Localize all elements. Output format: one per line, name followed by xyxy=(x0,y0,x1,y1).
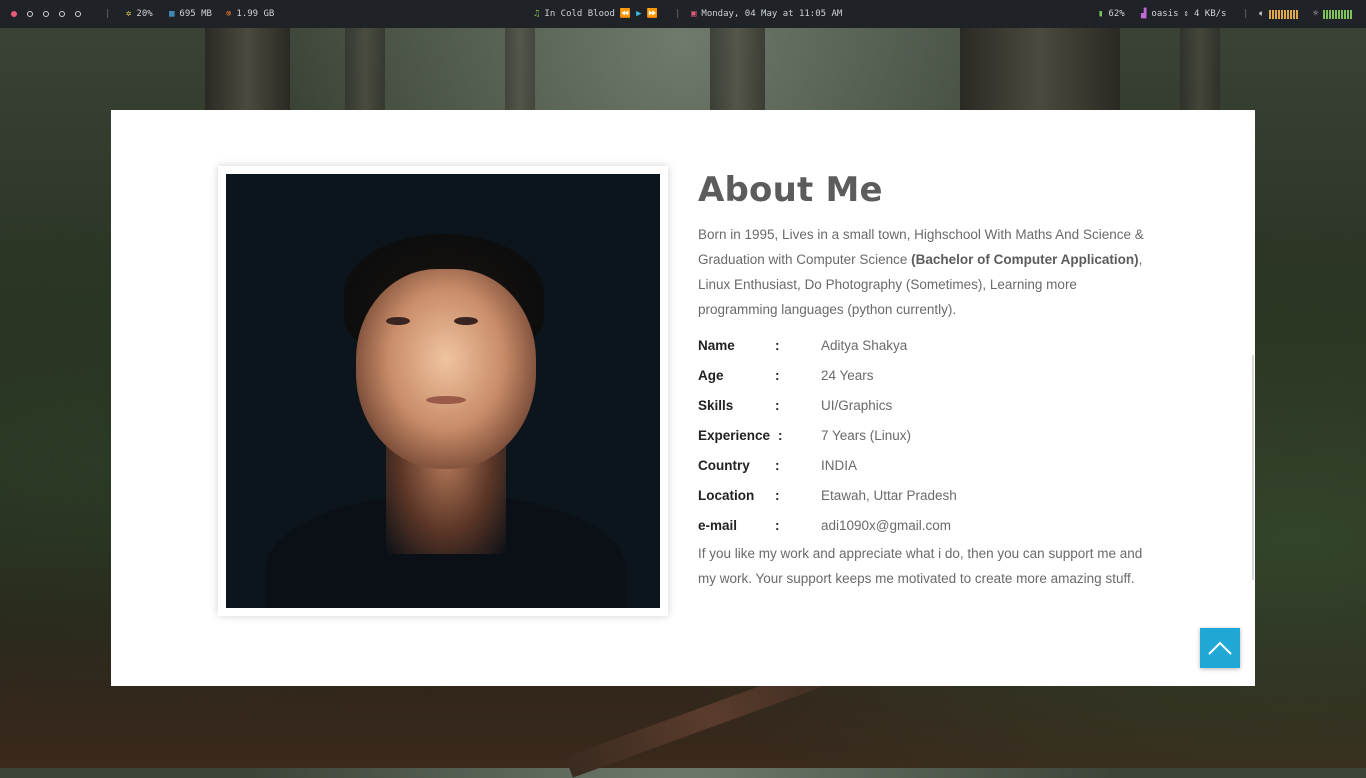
network-name: oasis xyxy=(1151,9,1179,19)
detail-label: Country xyxy=(698,458,750,473)
volume-level-bars[interactable] xyxy=(1269,9,1299,19)
separator: | xyxy=(105,9,111,19)
detail-value: 24 Years xyxy=(821,368,874,383)
separator: | xyxy=(675,9,681,19)
memory-status: ▦ 695 MB xyxy=(169,9,212,19)
up-down-arrows-icon: ⇕ xyxy=(1183,8,1189,19)
speaker-muted-icon[interactable]: 🔈︎ xyxy=(1259,9,1264,19)
detail-row-email: e-mail : adi1090x@gmail.com xyxy=(698,512,1148,542)
previous-track-icon[interactable]: ⏪ xyxy=(620,9,631,19)
workspace-dot-3[interactable] xyxy=(43,11,49,17)
detail-label: e-mail xyxy=(698,518,738,533)
workspace-dot-2[interactable] xyxy=(27,11,33,17)
detail-colon: : xyxy=(775,488,780,503)
separator: | xyxy=(1243,9,1249,19)
scrollbar[interactable] xyxy=(1252,355,1254,580)
about-section: About Me Born in 1995, Lives in a small … xyxy=(698,170,1148,591)
battery-level: 62% xyxy=(1108,9,1125,19)
background-tree-trunk xyxy=(205,28,290,110)
brightness-control[interactable]: ☼ xyxy=(1313,9,1353,19)
cpu-icon: ✲ xyxy=(126,8,132,19)
background-tree-trunk xyxy=(960,28,1120,110)
brightness-level-bars[interactable] xyxy=(1323,9,1353,19)
disk-usage: 1.99 GB xyxy=(236,9,275,19)
detail-label: Experience xyxy=(698,428,771,443)
workspace-dot-5[interactable] xyxy=(75,11,81,17)
detail-label: Name xyxy=(698,338,735,353)
detail-value: 7 Years (Linux) xyxy=(821,428,912,443)
disk-icon: ⊗ xyxy=(226,8,232,19)
volume-control[interactable]: 🔈︎ xyxy=(1259,9,1299,19)
disk-status: ⊗ 1.99 GB xyxy=(226,9,274,19)
detail-colon: : xyxy=(778,428,783,443)
detail-colon: : xyxy=(775,518,780,533)
background-tree-trunk xyxy=(505,28,535,110)
profile-photo-frame xyxy=(218,166,668,616)
background-tree-trunk xyxy=(345,28,385,110)
detail-row-skills: Skills : UI/Graphics xyxy=(698,392,1148,422)
detail-value: INDIA xyxy=(821,458,858,473)
detail-colon: : xyxy=(775,338,780,353)
support-paragraph: If you like my work and appreciate what … xyxy=(698,546,1143,586)
workspace-indicators xyxy=(11,11,81,17)
detail-row-age: Age : 24 Years xyxy=(698,362,1148,392)
background-tree-trunk xyxy=(1180,28,1220,110)
detail-value: UI/Graphics xyxy=(821,398,893,413)
background-tree-trunk xyxy=(710,28,765,110)
profile-photo xyxy=(226,174,660,608)
detail-row-name: Name : Aditya Shakya xyxy=(698,332,1148,362)
detail-label: Skills xyxy=(698,398,734,413)
memory-usage: 695 MB xyxy=(179,9,212,19)
brightness-icon[interactable]: ☼ xyxy=(1313,9,1318,19)
music-note-icon: ♫ xyxy=(534,8,540,19)
details-list: Name : Aditya Shakya Age : 24 Years Skil… xyxy=(698,332,1148,542)
music-player: ♫ In Cold Blood ⏪ ▶ ⏩ xyxy=(534,9,658,19)
detail-label: Age xyxy=(698,368,724,383)
calendar-icon: ▣ xyxy=(691,8,697,19)
cpu-usage: 20% xyxy=(136,9,153,19)
workspace-dot-4[interactable] xyxy=(59,11,65,17)
section-title: About Me xyxy=(698,170,883,210)
scroll-to-top-button[interactable] xyxy=(1200,628,1240,668)
detail-value: Aditya Shakya xyxy=(821,338,908,353)
battery-status: ▮ 62% xyxy=(1098,9,1125,19)
detail-row-country: Country : INDIA xyxy=(698,452,1148,482)
detail-colon: : xyxy=(775,368,780,383)
song-title: In Cold Blood xyxy=(544,9,615,19)
status-bar: | ✲ 20% ▦ 695 MB ⊗ 1.99 GB ♫ In Cold Blo… xyxy=(0,0,1366,28)
detail-label: Location xyxy=(698,488,755,503)
detail-row-experience: Experience : 7 Years (Linux) xyxy=(698,422,1148,452)
workspace-dot-1[interactable] xyxy=(11,11,17,17)
cpu-status: ✲ 20% xyxy=(126,9,153,19)
detail-value: Etawah, Uttar Pradesh xyxy=(821,488,957,503)
detail-colon: : xyxy=(775,398,780,413)
detail-colon: : xyxy=(775,458,780,473)
bio-highlight: (Bachelor of Computer Application) xyxy=(911,252,1139,267)
chevron-up-icon xyxy=(1208,641,1232,655)
bio-paragraph: Born in 1995, Lives in a small town, Hig… xyxy=(698,222,1148,322)
next-track-icon[interactable]: ⏩ xyxy=(647,9,658,19)
network-speed: 4 KB/s xyxy=(1193,9,1227,19)
wifi-signal-icon: ▟ xyxy=(1141,8,1147,19)
memory-icon: ▦ xyxy=(169,8,175,19)
detail-row-location: Location : Etawah, Uttar Pradesh xyxy=(698,482,1148,512)
play-icon[interactable]: ▶ xyxy=(636,9,641,19)
date-time: Monday, 04 May at 11:05 AM xyxy=(701,9,843,19)
network-status: ▟ oasis ⇕ 4 KB/s xyxy=(1141,9,1226,19)
clock: ▣ Monday, 04 May at 11:05 AM xyxy=(691,9,842,19)
battery-icon: ▮ xyxy=(1098,8,1104,19)
about-card: About Me Born in 1995, Lives in a small … xyxy=(111,110,1255,686)
detail-value[interactable]: adi1090x@gmail.com xyxy=(821,518,951,533)
